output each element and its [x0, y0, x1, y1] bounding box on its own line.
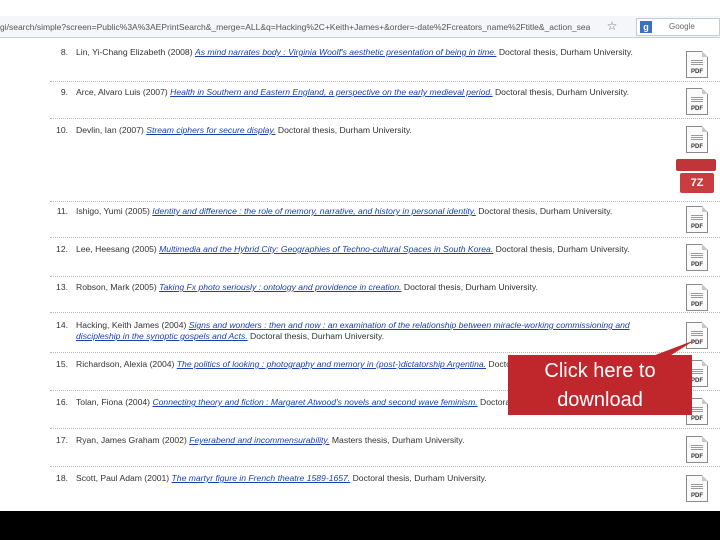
- item-author: Hacking, Keith James (2004): [76, 320, 187, 330]
- item-title-link[interactable]: Multimedia and the Hybrid City: Geograph…: [159, 244, 493, 254]
- pdf-download-icon[interactable]: PDF: [686, 436, 708, 463]
- divider: [50, 312, 720, 313]
- bookmark-star-icon[interactable]: ☆: [604, 18, 620, 34]
- divider: [50, 466, 720, 467]
- search-engine-label: Google: [669, 22, 695, 31]
- item-number: 16.: [56, 397, 68, 407]
- item-number: 13.: [56, 282, 68, 292]
- item-author: Tolan, Fiona (2004): [76, 397, 151, 407]
- divider: [50, 237, 720, 238]
- pdf-download-icon[interactable]: PDF: [686, 126, 708, 153]
- item-author: Devlin, Ian (2007): [76, 125, 144, 135]
- item-number: 14.: [56, 320, 68, 330]
- google-icon: g: [640, 21, 652, 33]
- pdf-download-icon[interactable]: PDF: [686, 88, 708, 115]
- item-author: Ishigo, Yumi (2005): [76, 206, 150, 216]
- 7z-archive-download-icon[interactable]: 7Z: [676, 159, 716, 201]
- browser-screen: gi/search/simple?screen=Public%3A%3AEPri…: [0, 0, 720, 511]
- item-number: 10.: [56, 125, 68, 135]
- item-title-link[interactable]: As mind narrates body : Virginia Woolf's…: [195, 47, 496, 57]
- item-number: 15.: [56, 359, 68, 369]
- item-type: Doctoral thesis, Durham University.: [495, 244, 630, 254]
- pdf-download-icon[interactable]: PDF: [686, 284, 708, 311]
- item-type: Doctoral thesis, Durham University.: [494, 87, 630, 97]
- pdf-download-icon[interactable]: PDF: [686, 51, 708, 78]
- divider: [50, 201, 720, 202]
- item-title-link[interactable]: Identity and difference : the role of me…: [152, 206, 476, 216]
- item-number: 18.: [56, 473, 68, 483]
- search-box[interactable]: g Google: [636, 18, 720, 36]
- divider: [50, 352, 720, 353]
- item-number: 12.: [56, 244, 68, 254]
- item-type: Doctoral thesis, Durham University.: [277, 125, 412, 135]
- item-title-link[interactable]: Connecting theory and fiction : Margaret…: [152, 397, 477, 407]
- item-number: 8.: [60, 47, 68, 57]
- callout-line-1: Click here to: [544, 360, 656, 382]
- pdf-download-icon[interactable]: PDF: [686, 244, 708, 271]
- item-title-link[interactable]: The politics of looking : photography an…: [177, 359, 486, 369]
- pdf-download-icon[interactable]: PDF: [686, 475, 708, 502]
- item-title-link[interactable]: Taking Fx photo seriously : ontology and…: [159, 282, 401, 292]
- url-text[interactable]: gi/search/simple?screen=Public%3A%3AEPri…: [0, 20, 590, 34]
- item-type: Doctoral thesis, Durham University.: [478, 206, 613, 216]
- item-author: Arce, Alvaro Luis (2007): [76, 87, 168, 97]
- download-callout: Click here to download: [508, 355, 692, 415]
- callout-line-2: download: [557, 389, 643, 411]
- item-author: Richardson, Alexia (2004): [76, 359, 175, 369]
- item-type: Doctoral thesis, Durham University.: [498, 47, 633, 57]
- item-number: 17.: [56, 435, 68, 445]
- 7z-label: 7Z: [680, 173, 714, 193]
- item-title-link[interactable]: Feyerabend and incommensurability.: [189, 435, 329, 445]
- item-author: Lin, Yi-Chang Elizabeth (2008): [76, 47, 193, 57]
- item-author: Robson, Mark (2005): [76, 282, 157, 292]
- item-author: Scott, Paul Adam (2001): [76, 473, 170, 483]
- divider: [50, 428, 720, 429]
- pdf-download-icon[interactable]: PDF: [686, 206, 708, 233]
- item-type: Doctoral thesis, Durham University.: [250, 331, 385, 341]
- item-title-link[interactable]: The martyr figure in French theatre 1589…: [172, 473, 351, 483]
- results-list: 8. Lin, Yi-Chang Elizabeth (2008) As min…: [0, 38, 720, 511]
- item-number: 11.: [56, 206, 68, 216]
- divider: [50, 118, 720, 119]
- item-author: Ryan, James Graham (2002): [76, 435, 187, 445]
- divider: [50, 276, 720, 277]
- item-title-link[interactable]: Health in Southern and Eastern England, …: [170, 87, 492, 97]
- item-type: Doctoral thesis, Durham University.: [403, 282, 538, 292]
- item-author: Lee, Heesang (2005): [76, 244, 157, 254]
- item-title-link[interactable]: Stream ciphers for secure display.: [146, 125, 275, 135]
- item-number: 9.: [60, 87, 68, 97]
- item-type: Doctoral thesis, Durham University.: [352, 473, 487, 483]
- pdf-download-icon[interactable]: PDF: [686, 322, 708, 349]
- divider: [50, 81, 720, 82]
- address-bar[interactable]: gi/search/simple?screen=Public%3A%3AEPri…: [0, 16, 720, 38]
- item-type: Masters thesis, Durham University.: [331, 435, 465, 445]
